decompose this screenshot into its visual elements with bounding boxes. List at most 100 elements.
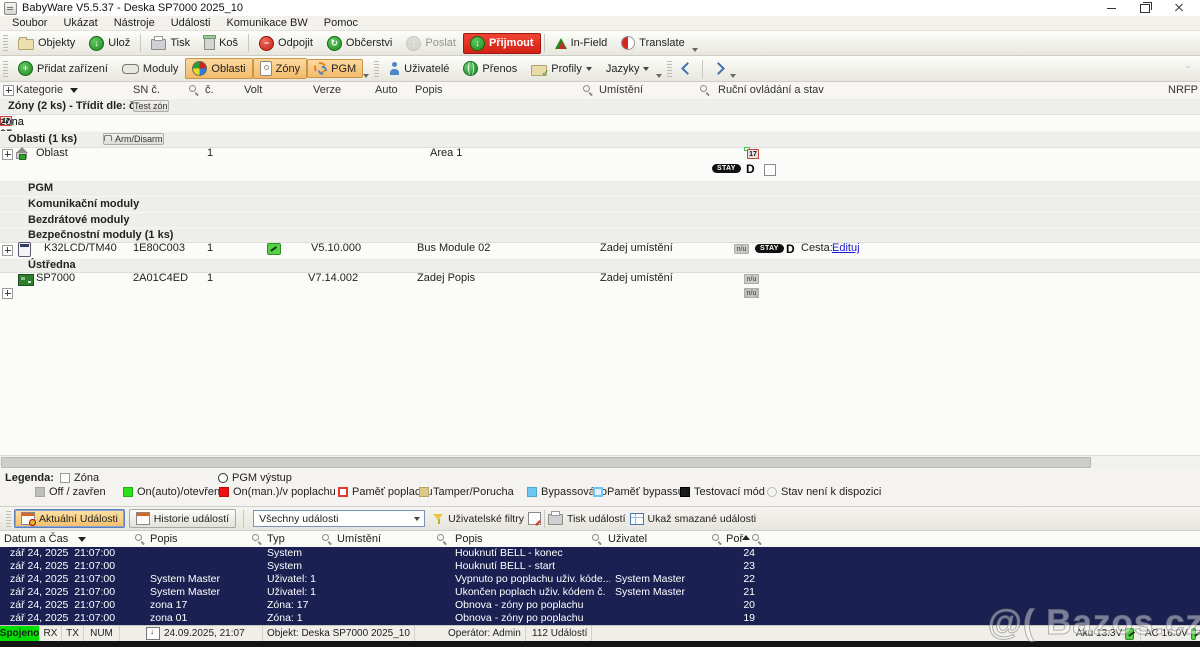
panel-popis[interactable]: Zadej Popis: [417, 272, 475, 284]
module-umisteni[interactable]: Zadej umístění: [600, 242, 673, 254]
test-zon-button[interactable]: Test zón: [133, 100, 169, 112]
stay-badge[interactable]: STAY: [712, 164, 741, 173]
menu-item[interactable]: Nástroje: [106, 17, 163, 29]
user-filters-label[interactable]: Uživatelské filtry: [448, 513, 524, 525]
toolbar-overflow-icon[interactable]: [730, 74, 736, 78]
toolbar-overflow-icon[interactable]: [363, 74, 369, 78]
jazyky-button[interactable]: Jazyky: [599, 60, 657, 78]
scrollbar-thumb[interactable]: [1, 457, 1091, 468]
uzivatele-button[interactable]: Uživatelé: [382, 59, 456, 78]
kos-button[interactable]: Koš: [197, 34, 245, 53]
search-icon[interactable]: [135, 534, 145, 544]
column-datetime[interactable]: Datum a Čas: [4, 533, 68, 545]
filter-icon[interactable]: [70, 88, 78, 93]
zony-button[interactable]: Zóny: [253, 58, 307, 79]
column-c[interactable]: č.: [205, 84, 214, 96]
column-typ[interactable]: Typ: [267, 533, 285, 545]
sort-desc-icon[interactable]: [78, 537, 86, 542]
deleted-events-icon[interactable]: [630, 513, 644, 525]
search-icon[interactable]: [189, 85, 199, 95]
menu-item[interactable]: Soubor: [4, 17, 55, 29]
search-icon[interactable]: [752, 534, 762, 544]
search-icon[interactable]: [583, 85, 593, 95]
menu-item[interactable]: Ukázat: [55, 17, 105, 29]
panel-umisteni[interactable]: Zadej umístění: [600, 272, 673, 284]
oblasti-button[interactable]: Oblasti: [185, 58, 252, 79]
column-popis[interactable]: Popis: [415, 84, 443, 96]
pgm-button[interactable]: PGM: [307, 59, 363, 78]
tab-current-events[interactable]: Aktuální Události: [14, 509, 125, 528]
search-icon[interactable]: [700, 85, 710, 95]
toolbar-overflow-icon[interactable]: [692, 48, 698, 52]
expand-icon[interactable]: [2, 245, 13, 256]
stay-badge[interactable]: STAY: [755, 244, 784, 253]
print-events-label[interactable]: Tisk událostí: [567, 513, 626, 525]
funnel-icon[interactable]: [433, 513, 444, 524]
event-row[interactable]: zář 24, 2025 21:07:00 System Master Uživ…: [0, 573, 1200, 586]
column-sn[interactable]: SN č.: [133, 84, 160, 96]
close-button[interactable]: [1162, 0, 1196, 16]
column-uzivatel[interactable]: Uživatel: [608, 533, 647, 545]
event-row[interactable]: zář 24, 2025 21:07:00 zona 01 Zóna: 1 Ob…: [0, 612, 1200, 625]
in-field-button[interactable]: In-Field: [548, 34, 615, 52]
tisk-button[interactable]: Tisk: [144, 33, 197, 53]
column-poradi[interactable]: Poř: [726, 533, 743, 545]
column-verze[interactable]: Verze: [313, 84, 341, 96]
prijmout-button[interactable]: Přijmout: [463, 33, 541, 54]
event-filter-select[interactable]: Všechny události: [253, 510, 425, 527]
forward-button[interactable]: [706, 59, 730, 78]
translate-button[interactable]: Translate: [614, 33, 691, 53]
search-icon[interactable]: [252, 534, 262, 544]
column-umisteni[interactable]: Umístění: [337, 533, 381, 545]
column-volt[interactable]: Volt: [244, 84, 262, 96]
area-checkbox[interactable]: [764, 164, 776, 176]
edit-filters-icon[interactable]: [528, 512, 541, 525]
menu-item[interactable]: Komunikace BW: [218, 17, 315, 29]
show-deleted-label[interactable]: Ukaž smazané události: [648, 513, 757, 525]
objekty-button[interactable]: Objekty: [11, 33, 82, 53]
search-icon[interactable]: [712, 534, 722, 544]
expand-all-icon[interactable]: [3, 85, 14, 96]
minimize-button[interactable]: [1094, 0, 1128, 16]
event-row[interactable]: zář 24, 2025 21:07:00 System Master Uživ…: [0, 586, 1200, 599]
event-row[interactable]: zář 24, 2025 21:07:00 System Houknutí BE…: [0, 547, 1200, 560]
zone-status-chip[interactable]: n/u: [744, 274, 759, 284]
status-chip[interactable]: n/u: [734, 244, 749, 254]
expand-icon[interactable]: [2, 288, 13, 299]
search-icon[interactable]: [592, 534, 602, 544]
column-auto[interactable]: Auto: [375, 84, 398, 96]
search-icon[interactable]: [437, 534, 447, 544]
menu-item[interactable]: Události: [163, 17, 219, 29]
print-events-icon[interactable]: [548, 514, 563, 525]
restore-button[interactable]: [1128, 0, 1162, 16]
column-umisteni[interactable]: Umístění: [599, 84, 643, 96]
prenos-button[interactable]: Přenos: [456, 58, 524, 79]
arm-disarm-button[interactable]: Arm/Disarm: [103, 133, 164, 145]
pridat-zarizeni-button[interactable]: Přidat zařízení: [11, 58, 115, 79]
edituj-link[interactable]: Edituj: [832, 242, 860, 254]
tab-event-history[interactable]: Historie událostí: [129, 509, 236, 528]
area-row[interactable]: Oblast 1 Area 1 117: [0, 146, 1200, 161]
odpojit-button[interactable]: Odpojit: [252, 33, 320, 54]
event-row[interactable]: zář 24, 2025 21:07:00 zona 17 Zóna: 17 O…: [0, 599, 1200, 612]
expand-icon[interactable]: [2, 149, 13, 160]
column-popis2[interactable]: Popis: [455, 533, 483, 545]
ulozit-button[interactable]: Ulož: [82, 33, 137, 54]
search-icon[interactable]: [322, 534, 332, 544]
keypad-module-row[interactable]: K32LCD/TM40 1E80C003 1 V5.10.000 Bus Mod…: [0, 241, 1200, 258]
zone-status-chip[interactable]: n/u: [744, 288, 759, 298]
event-row[interactable]: zář 24, 2025 21:07:00 System Houknutí BE…: [0, 560, 1200, 573]
back-button[interactable]: [675, 59, 699, 78]
column-rucni-ovladani[interactable]: Ruční ovládání a stav: [718, 84, 824, 96]
panel-row[interactable]: SP7000 2A01C4ED 1 V7.14.002 Zadej Popis …: [0, 271, 1200, 301]
events-scroll-down-icon[interactable]: ⌄: [1184, 60, 1192, 71]
zone-status-chip[interactable]: 17: [747, 149, 759, 159]
d-flag[interactable]: D: [786, 242, 795, 256]
toolbar-overflow-icon[interactable]: [656, 74, 662, 78]
column-popis[interactable]: Popis: [150, 533, 178, 545]
obcerstvit-button[interactable]: Občerstvi: [320, 33, 399, 54]
menu-item[interactable]: Pomoc: [316, 17, 366, 29]
profily-button[interactable]: Profily: [524, 59, 599, 79]
column-kategorie[interactable]: Kategorie: [16, 84, 63, 96]
module-popis[interactable]: Bus Module 02: [417, 242, 490, 254]
